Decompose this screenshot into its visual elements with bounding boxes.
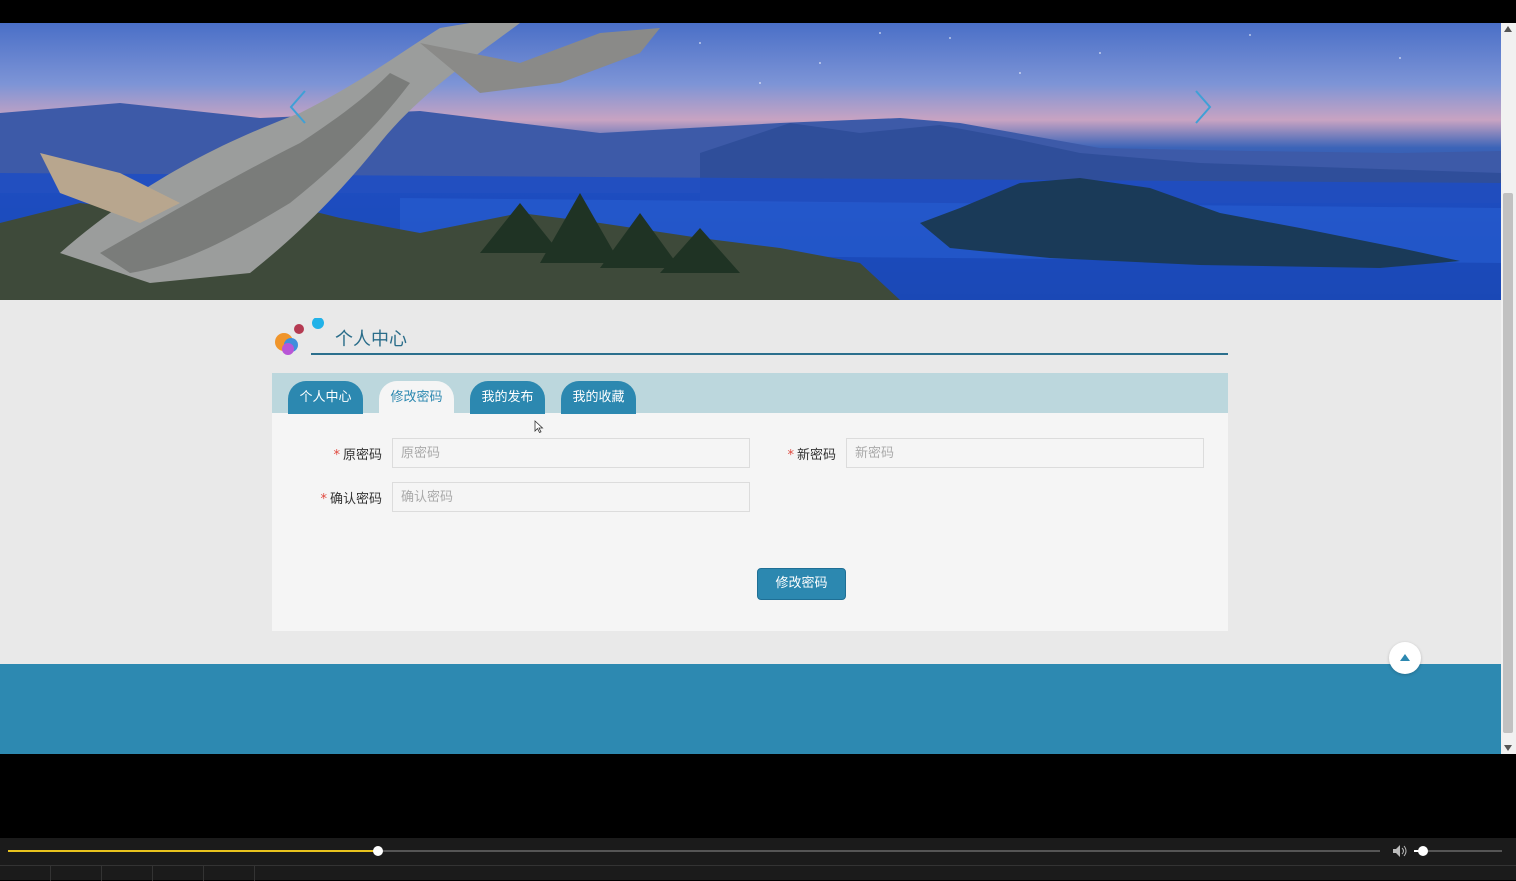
player-button[interactable] [0,866,51,881]
arrow-up-icon [1400,654,1410,661]
banner-prev-arrow-icon[interactable] [285,87,315,127]
confirm-password-label-text: 确认密码 [329,492,382,507]
video-player-controls [0,838,1516,881]
volume-icon[interactable] [1392,844,1408,858]
old-password-label: * 原密码 [292,444,382,463]
player-button[interactable] [153,866,204,881]
banner-image [0,23,1501,300]
change-password-button[interactable]: 修改密码 [757,568,846,600]
old-password-label-text: 原密码 [342,448,382,463]
tab-personal-center[interactable]: 个人中心 [288,381,363,414]
seek-handle[interactable] [373,846,383,856]
new-password-input[interactable] [846,438,1204,468]
page-viewport: 个人中心 个人中心 修改密码 我的发布 我的收藏 * 原密码 * 新密码 * 确认密码… [0,23,1501,754]
required-mark: * [320,492,327,507]
tab-bar: 个人中心 修改密码 我的发布 我的收藏 [272,373,1228,414]
required-mark: * [787,448,794,463]
player-button[interactable] [204,866,255,881]
back-to-top-button[interactable] [1389,642,1421,674]
new-password-label: * 新密码 [746,444,836,463]
required-mark: * [333,448,340,463]
title-underline [311,353,1228,355]
player-button-row [0,865,1516,881]
new-password-label-text: 新密码 [796,448,836,463]
confirm-password-label: * 确认密码 [292,488,382,507]
tab-my-posts[interactable]: 我的发布 [470,381,545,414]
confirm-password-input[interactable] [392,482,750,512]
banner-carousel [0,23,1501,300]
section-header: 个人中心 [272,317,1228,358]
scroll-up-icon[interactable] [1504,26,1512,32]
colorful-dots-logo-icon [272,317,328,358]
seek-progress [8,850,378,852]
old-password-input[interactable] [392,438,750,468]
banner-next-arrow-icon[interactable] [1186,87,1216,127]
scroll-down-icon[interactable] [1504,745,1512,751]
vertical-scrollbar[interactable] [1501,23,1516,754]
footer [0,664,1501,754]
tab-my-favorites[interactable]: 我的收藏 [561,381,636,414]
volume-handle[interactable] [1418,846,1428,856]
scrollbar-thumb[interactable] [1503,193,1513,733]
tab-change-password[interactable]: 修改密码 [379,381,454,414]
player-button[interactable] [102,866,153,881]
password-panel: 个人中心 修改密码 我的发布 我的收藏 * 原密码 * 新密码 * 确认密码 修改密码 [272,373,1228,631]
player-button[interactable] [51,866,102,881]
page-title: 个人中心 [335,329,407,350]
